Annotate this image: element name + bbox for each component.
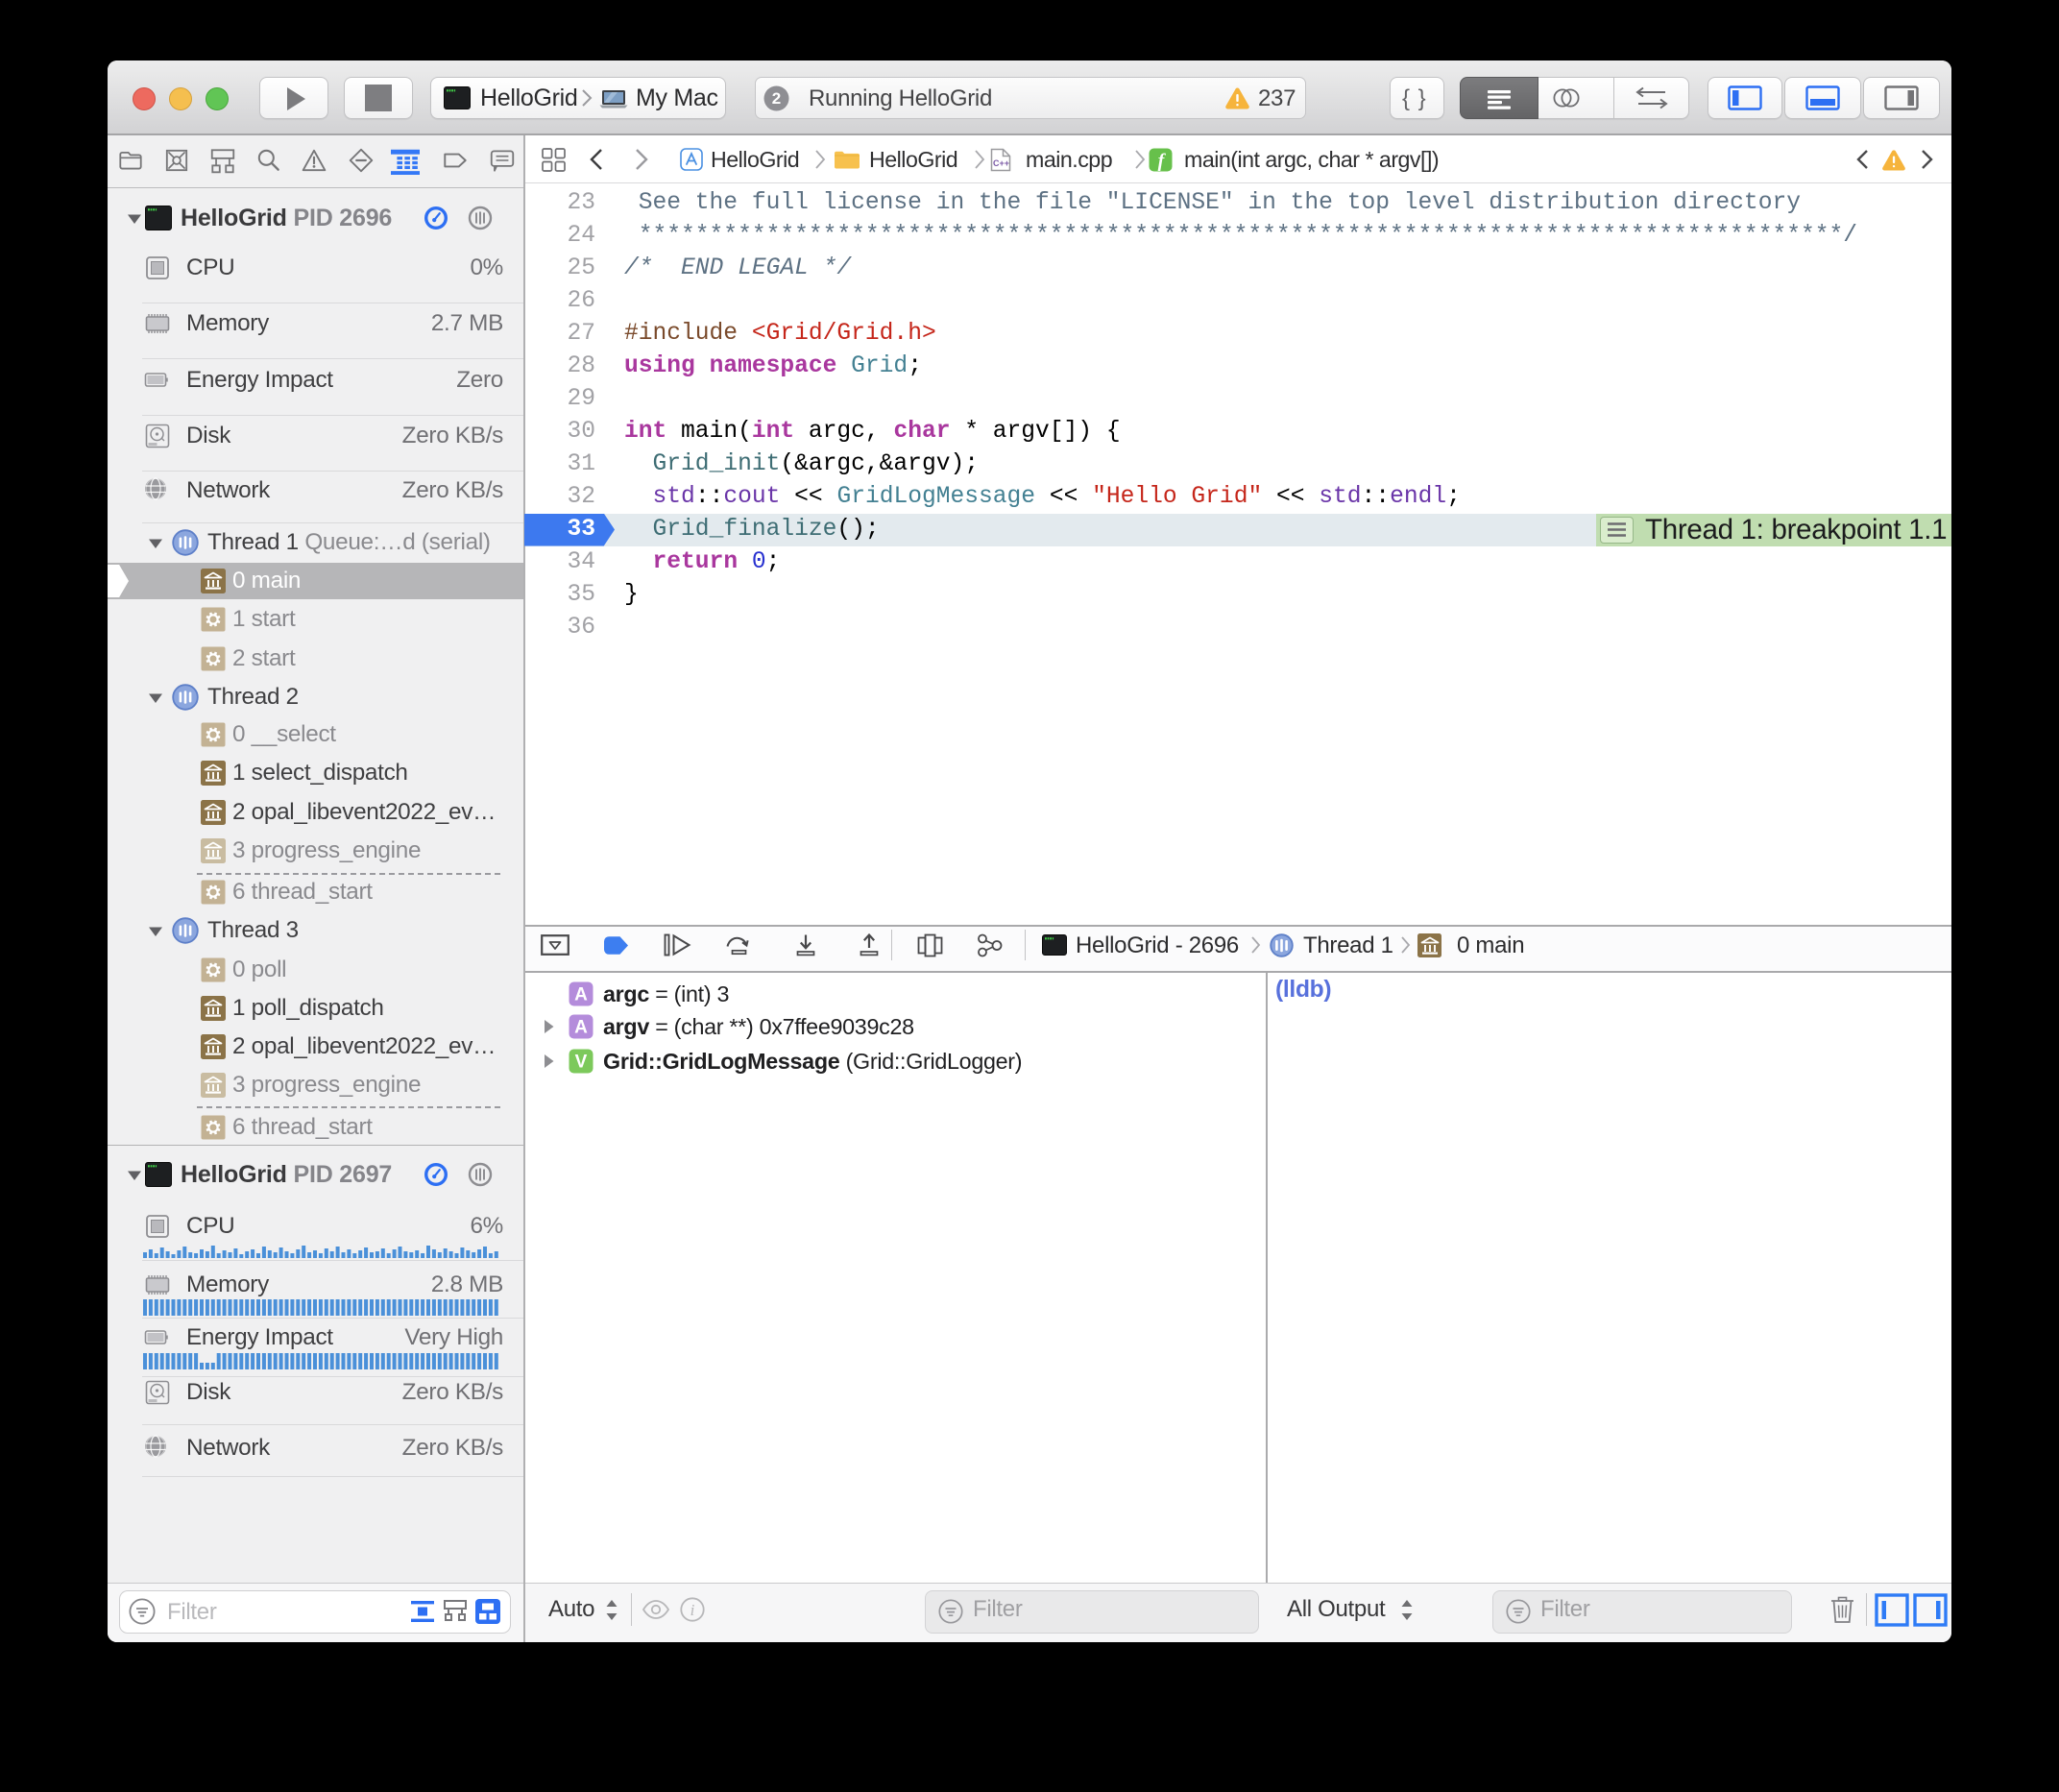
svg-text:C++: C++ xyxy=(993,158,1009,168)
svg-text:i: i xyxy=(690,1601,695,1619)
svg-text:2: 2 xyxy=(772,89,781,108)
svg-text:A: A xyxy=(574,1018,588,1038)
svg-text:A: A xyxy=(574,985,588,1005)
svg-text:V: V xyxy=(575,1053,588,1073)
